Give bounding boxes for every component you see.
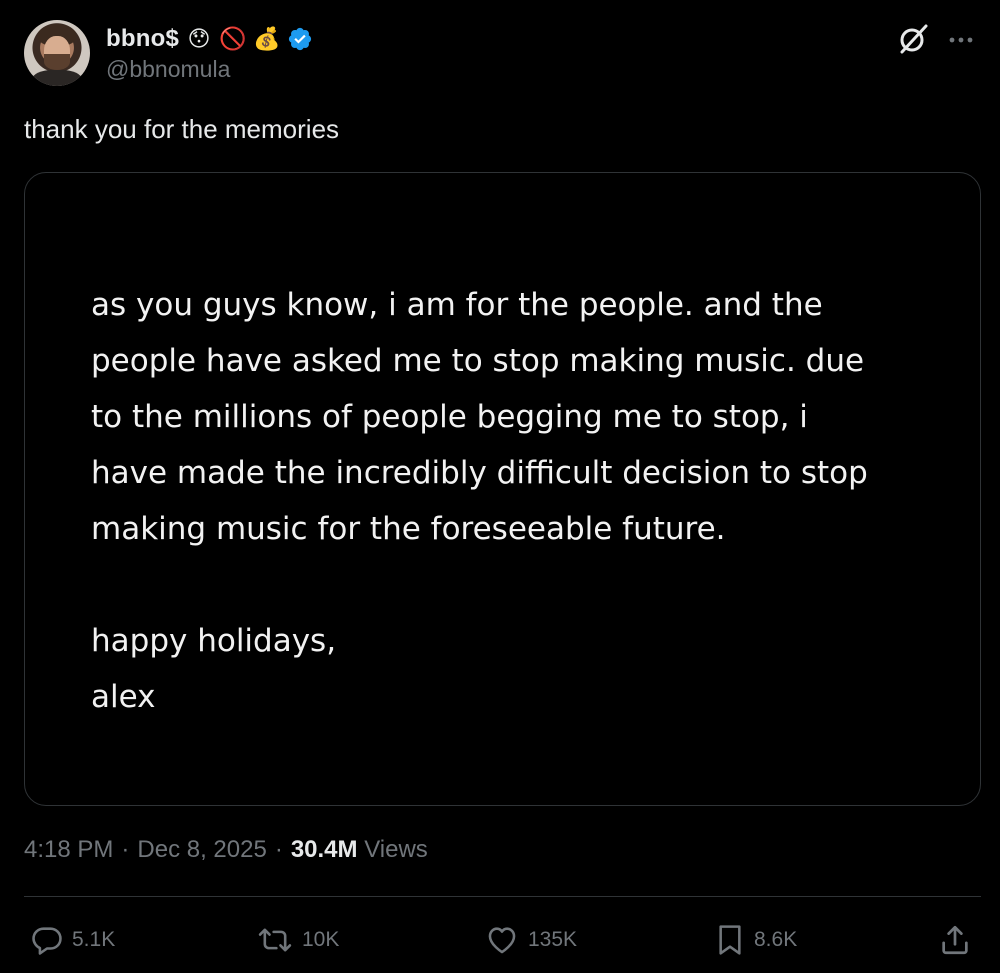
like-button[interactable]: 135K: [484, 918, 577, 962]
reply-button[interactable]: 5.1K: [30, 918, 115, 962]
bookmark-count: 8.6K: [754, 928, 798, 951]
more-icon[interactable]: [946, 30, 976, 50]
like-count: 135K: [528, 928, 578, 951]
verified-badge-icon[interactable]: [287, 26, 313, 52]
repost-count: 10K: [302, 928, 340, 951]
note-sign-off: happy holidays,: [91, 623, 337, 659]
heart-icon: [488, 927, 516, 954]
emoji-surprised-face: 😯: [187, 26, 211, 51]
post-date[interactable]: Dec 8, 2025: [137, 836, 266, 864]
attached-image[interactable]: as you guys know, i am for the people. a…: [24, 172, 981, 806]
views-count[interactable]: 30.4M: [291, 836, 358, 863]
views-label: Views: [364, 836, 428, 863]
tweet-meta: 4:18 PM · Dec 8, 2025 · 30.4M Views: [24, 836, 428, 864]
note-line: to the millions of people begging me to …: [91, 399, 808, 435]
reply-count: 5.1K: [72, 928, 116, 951]
note-line: as you guys know, i am for the people. a…: [91, 287, 823, 323]
post-time[interactable]: 4:18 PM: [24, 836, 113, 864]
emoji-money-bag: 💰: [253, 26, 281, 51]
action-bar: 5.1K 10K 135K 8.6K: [24, 918, 976, 962]
bookmark-button[interactable]: 8.6K: [714, 918, 797, 962]
bookmark-icon: [719, 925, 741, 955]
tweet-header: bbno$ 😯 🚫 💰 @bbnomula: [24, 18, 976, 90]
tweet-text: thank you for the memories: [24, 114, 340, 144]
meta-separator: ·: [121, 836, 130, 863]
author-handle[interactable]: @bbnomula: [106, 56, 230, 83]
display-name[interactable]: bbno$: [106, 25, 179, 53]
author-name-row: bbno$ 😯 🚫 💰: [106, 22, 313, 56]
note-line: have made the incredibly difficult decis…: [91, 455, 868, 491]
note-text: as you guys know, i am for the people. a…: [91, 277, 931, 725]
share-icon: [942, 925, 968, 955]
repost-button[interactable]: 10K: [256, 918, 339, 962]
avatar[interactable]: [24, 20, 90, 86]
grok-icon[interactable]: [896, 22, 930, 56]
note-line: people have asked me to stop making musi…: [91, 343, 865, 379]
reply-icon: [32, 927, 62, 955]
meta-separator: ·: [274, 836, 283, 863]
note-signature: alex: [91, 679, 156, 715]
share-button[interactable]: [938, 918, 972, 962]
emoji-prohibited: 🚫: [219, 26, 247, 51]
note-line: making music for the foreseeable future.: [91, 511, 726, 547]
repost-icon: [258, 928, 292, 952]
divider: [24, 896, 981, 897]
